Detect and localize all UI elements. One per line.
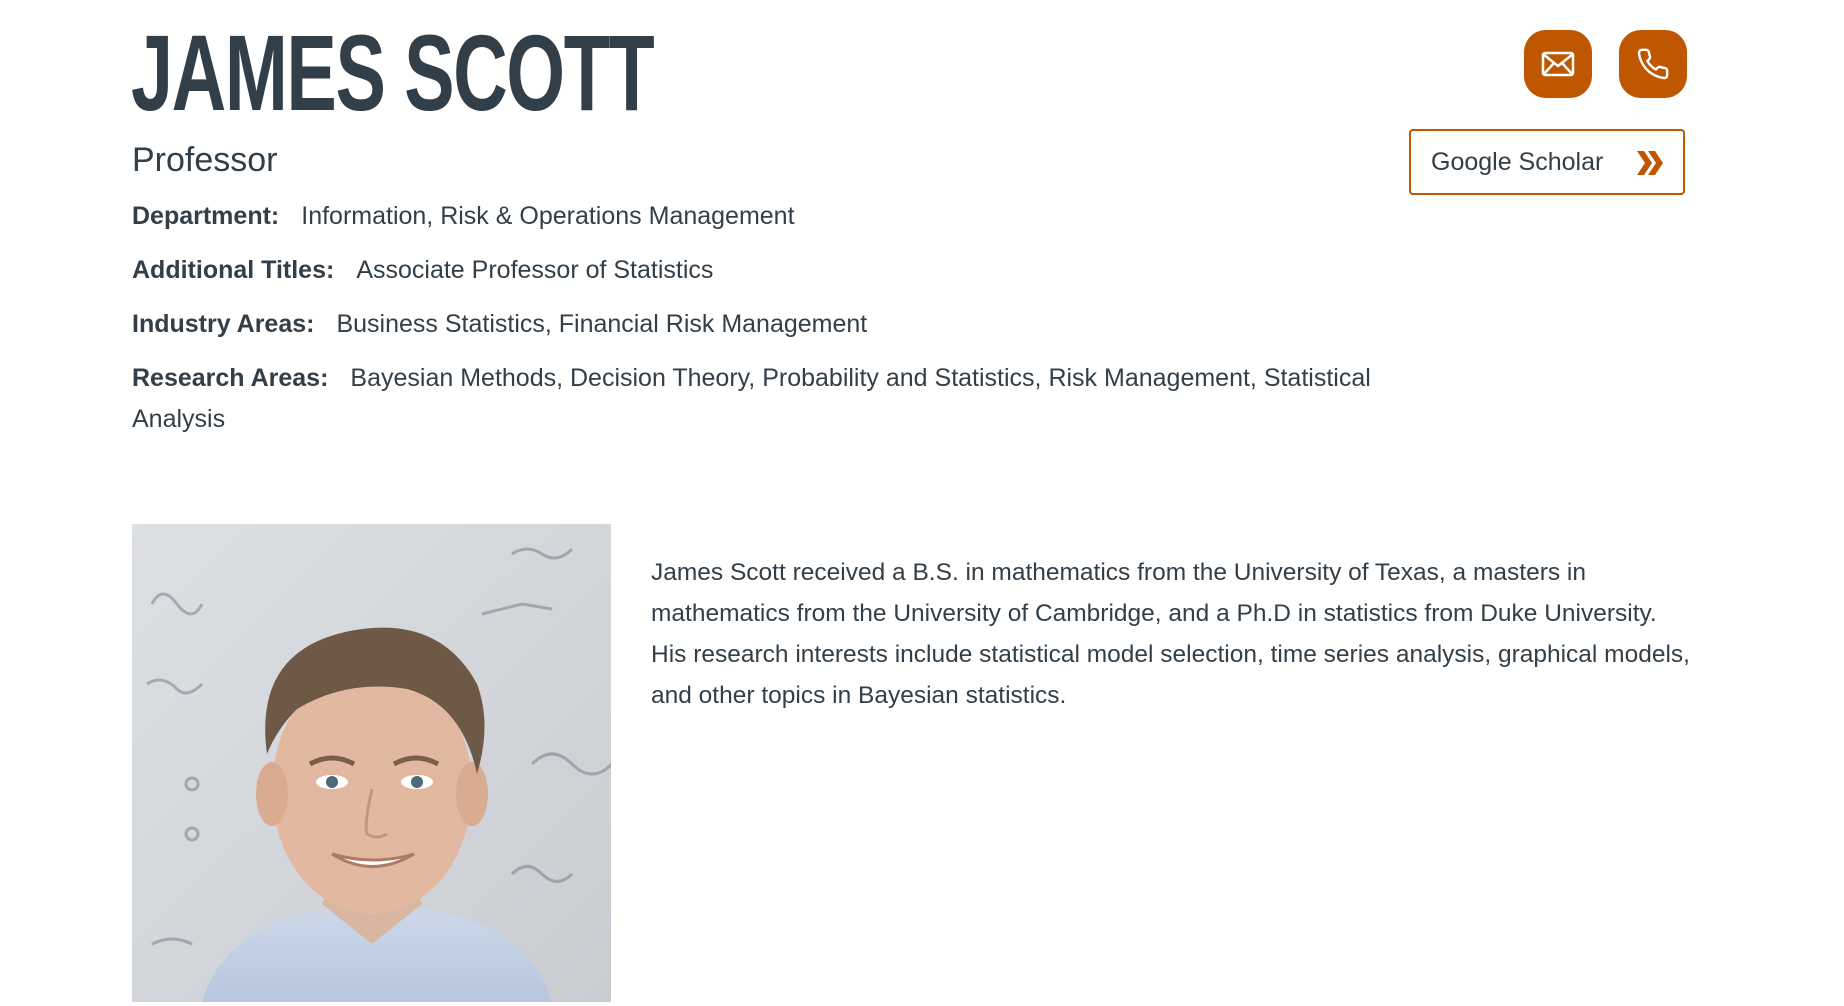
phone-button[interactable] [1619,30,1687,98]
additional-titles-row: Additional Titles: Associate Professor of… [132,250,1402,291]
profile-name: JAMES SCOTT [131,12,655,133]
research-areas-label: Research Areas: [132,364,329,392]
profile-title: Professor [132,141,278,179]
additional-titles-label: Additional Titles: [132,256,335,284]
industry-areas-row: Industry Areas: Business Statistics, Fina… [132,304,1402,345]
profile-photo [132,524,611,1002]
department-row: Department: Information, Risk & Operation… [132,196,1402,237]
google-scholar-label: Google Scholar [1431,147,1604,176]
faculty-profile-page: JAMES SCOTT Professor Department: Informa… [0,0,1844,1006]
industry-areas-value: Business Statistics, Financial Risk Mana… [336,310,868,338]
profile-bio: James Scott received a B.S. in mathemati… [651,559,1690,709]
industry-areas-label: Industry Areas: [132,310,315,338]
profile-photo-image [132,524,611,1002]
profile-meta: Department: Information, Risk & Operation… [132,196,1402,453]
envelope-icon [1541,51,1575,77]
additional-titles-value: Associate Professor of Statistics [356,256,714,284]
google-scholar-button[interactable]: Google Scholar [1409,129,1685,195]
email-button[interactable] [1524,30,1592,98]
department-label: Department: [132,202,280,230]
phone-icon [1637,48,1669,80]
double-chevron-right-icon [1637,151,1663,175]
research-areas-row: Research Areas: Bayesian Methods, Decisio… [132,358,1392,440]
department-value: Information, Risk & Operations Managemen… [301,202,795,230]
